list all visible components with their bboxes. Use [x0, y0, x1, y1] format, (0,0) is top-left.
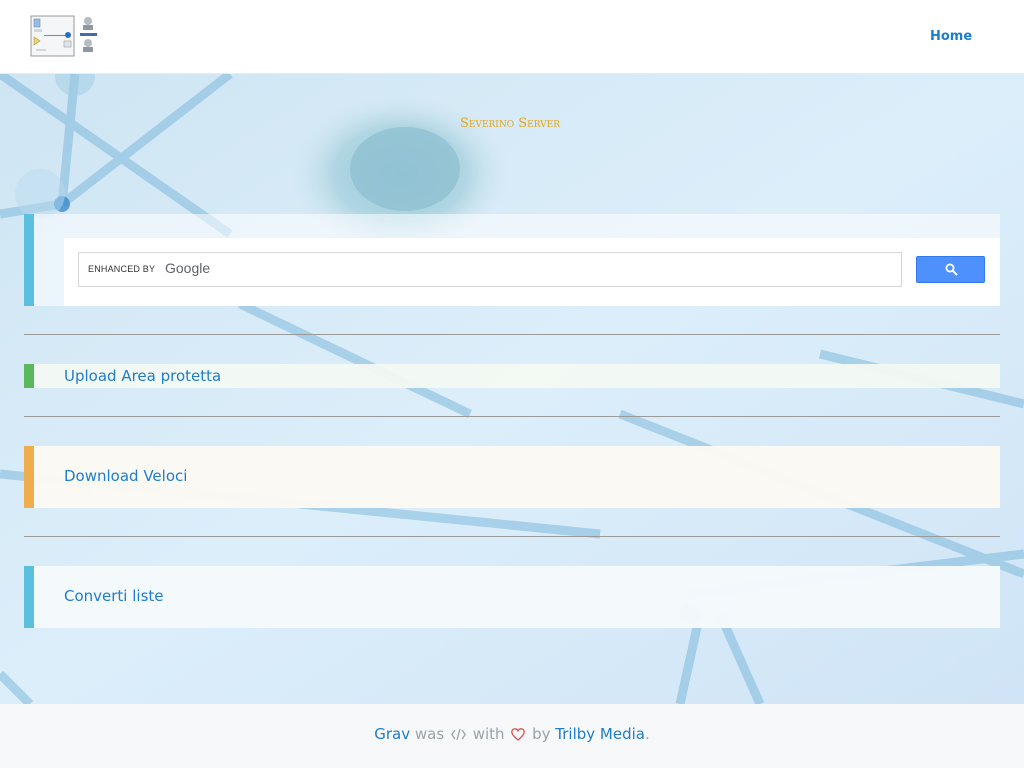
site-logo[interactable] [30, 15, 98, 57]
search-section: ENHANCED BY Google [24, 214, 1000, 306]
footer-period: . [644, 725, 650, 743]
server-diagram-logo-icon [30, 15, 97, 57]
converti-section: Converti liste [24, 566, 1000, 628]
upload-section: Upload Area protetta [24, 364, 1000, 388]
converti-liste-link[interactable]: Converti liste [64, 587, 164, 605]
search-input[interactable] [219, 257, 889, 282]
divider [24, 416, 1000, 417]
trilby-media-link[interactable]: Trilby Media [555, 725, 645, 743]
footer-text-with: with [472, 725, 505, 743]
upload-area-link[interactable]: Upload Area protetta [64, 367, 221, 385]
heart-icon [511, 727, 526, 745]
google-brand-label: Google [165, 260, 211, 276]
site-title: Severino Server [459, 116, 561, 131]
code-icon [450, 727, 466, 745]
search-box[interactable]: ENHANCED BY Google [78, 252, 902, 287]
nav-home-link[interactable]: Home [930, 29, 972, 44]
divider [24, 334, 1000, 335]
grav-link[interactable]: Grav [374, 725, 410, 743]
site-header: Home [0, 0, 1024, 74]
footer-text-was: was [414, 725, 445, 743]
search-button[interactable] [916, 256, 985, 283]
download-section: Download Veloci [24, 446, 1000, 508]
magnifier-icon [945, 263, 958, 276]
google-search-widget: ENHANCED BY Google [64, 238, 1000, 306]
footer-text-by: by [532, 725, 551, 743]
enhanced-by-label: ENHANCED BY [88, 264, 156, 274]
site-footer: Grav was with by Trilby Media. [0, 704, 1024, 768]
download-veloci-link[interactable]: Download Veloci [64, 467, 187, 485]
divider [24, 536, 1000, 537]
